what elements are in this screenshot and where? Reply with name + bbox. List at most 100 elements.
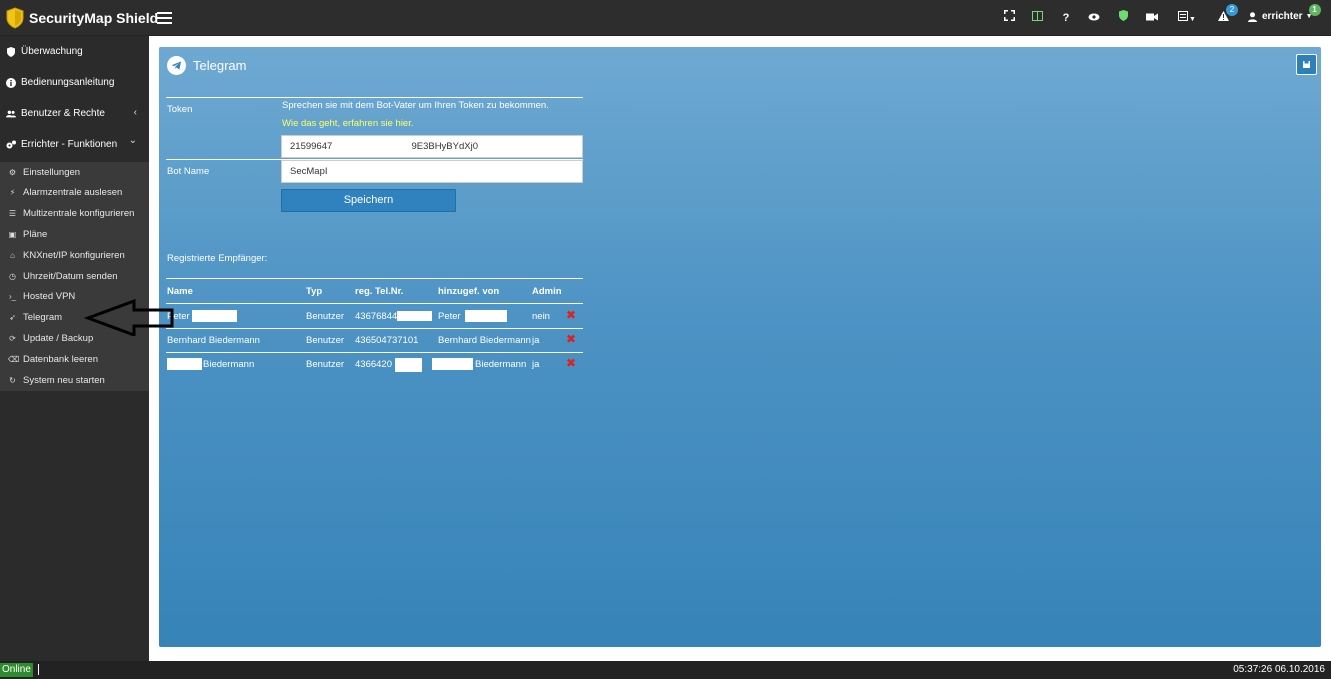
user-icon bbox=[1248, 11, 1257, 22]
sidebar-item-label: Uhrzeit/Datum senden bbox=[23, 270, 118, 282]
cell-added-by: Bernhard Biedermann bbox=[438, 335, 531, 346]
user-badge: 1 bbox=[1308, 4, 1321, 16]
top-navbar: SecurityMap Shield ? ▼ 2 errichter ▼ 1 bbox=[0, 0, 1331, 36]
fullscreen-icon[interactable] bbox=[1001, 10, 1017, 26]
sidebar-item-label: Einstellungen bbox=[23, 166, 81, 178]
refresh-icon: ⟳ bbox=[9, 333, 16, 343]
eye-icon[interactable] bbox=[1086, 10, 1102, 26]
delete-icon[interactable]: ✖ bbox=[566, 308, 576, 322]
clock: 05:37:26 06.10.2016 bbox=[1233, 664, 1325, 675]
redaction bbox=[465, 310, 507, 322]
col-header-added-by: hinzugef. von bbox=[438, 286, 500, 297]
chevron-left-icon: ‹ bbox=[133, 107, 137, 118]
paper-plane-icon: ➶ bbox=[9, 313, 16, 323]
sidebar-item-label: Telegram bbox=[23, 312, 63, 324]
layout-icon[interactable] bbox=[1029, 10, 1045, 26]
alerts-badge: 2 bbox=[1226, 4, 1238, 16]
shield-icon bbox=[7, 46, 15, 57]
cell-name: Biedermann bbox=[203, 359, 255, 370]
cell-tel: 436504737101 bbox=[355, 335, 419, 346]
recipients-label: Registrierte Empfänger: bbox=[167, 253, 268, 264]
sidebar-item-bedienungsanleitung[interactable]: Bedienungsanleitung bbox=[0, 67, 149, 98]
sidebar-item-label: Datenbank leeren bbox=[23, 353, 98, 365]
speichern-button[interactable]: Speichern bbox=[281, 189, 456, 212]
sidebar: Überwachung Bedienungsanleitung Benutzer… bbox=[0, 36, 149, 661]
cell-typ: Benutzer bbox=[306, 335, 345, 346]
sidebar-item-label: Benutzer & Rechte bbox=[21, 108, 105, 119]
token-input[interactable] bbox=[281, 135, 583, 158]
brand[interactable]: SecurityMap Shield bbox=[6, 6, 158, 30]
cell-admin: ja bbox=[532, 359, 540, 370]
main-content: Telegram Token Sprechen sie mit dem Bot-… bbox=[149, 36, 1331, 661]
cell-typ: Benutzer bbox=[306, 311, 345, 322]
bot-name-input[interactable] bbox=[281, 160, 583, 183]
online-status: Online bbox=[0, 663, 33, 677]
sidebar-item-label: KNXnet/IP konfigurieren bbox=[23, 249, 125, 261]
chevron-down-icon: ⌄ bbox=[128, 135, 137, 146]
list-icon: ☰ bbox=[8, 209, 17, 219]
clock-icon: ◷ bbox=[9, 271, 16, 281]
cell-added-by: Biedermann bbox=[475, 359, 527, 370]
sidebar-item-benutzer[interactable]: Benutzer & Rechte ‹ bbox=[0, 98, 149, 129]
sidebar-item-label: Bedienungsanleitung bbox=[21, 77, 115, 88]
sidebar-item-neustart[interactable]: ↻ System neu starten bbox=[0, 370, 149, 390]
sidebar-item-label: Pläne bbox=[23, 228, 48, 240]
info-icon bbox=[6, 77, 16, 88]
sidebar-item-label: Hosted VPN bbox=[23, 291, 76, 303]
table-header-border bbox=[166, 303, 583, 304]
sidebar-item-plaene[interactable]: ▣ Pläne bbox=[0, 224, 149, 244]
row-divider bbox=[166, 352, 583, 353]
bot-name-label: Bot Name bbox=[167, 166, 210, 177]
save-icon-button[interactable] bbox=[1296, 54, 1317, 75]
terminal-icon: ›_ bbox=[8, 292, 17, 302]
telegram-icon bbox=[167, 56, 186, 75]
sidebar-item-knxnet[interactable]: ⌂ KNXnet/IP konfigurieren bbox=[0, 245, 149, 265]
sidebar-item-label: Update / Backup bbox=[23, 332, 94, 344]
redaction bbox=[395, 358, 422, 372]
user-menu[interactable]: errichter ▼ 1 bbox=[1248, 4, 1321, 22]
list-icon[interactable]: ▼ bbox=[1176, 10, 1198, 26]
col-header-tel: reg. Tel.Nr. bbox=[355, 286, 404, 297]
telegram-panel: Telegram Token Sprechen sie mit dem Bot-… bbox=[159, 47, 1321, 647]
shield-logo-icon bbox=[6, 7, 24, 29]
cell-tel: 4366420 bbox=[355, 359, 392, 370]
sidebar-item-uhrzeit[interactable]: ◷ Uhrzeit/Datum senden bbox=[0, 266, 149, 286]
sidebar-item-alarmzentrale[interactable]: ⚡ Alarmzentrale auslesen bbox=[0, 183, 149, 203]
help-icon[interactable]: ? bbox=[1058, 10, 1074, 26]
sidebar-item-einstellungen[interactable]: ⚙ Einstellungen bbox=[0, 162, 149, 182]
cogs-icon: ⚙ bbox=[8, 167, 17, 177]
delete-icon[interactable]: ✖ bbox=[566, 356, 576, 370]
text-cursor bbox=[38, 664, 39, 675]
sidebar-item-label: Errichter - Funktionen bbox=[21, 139, 118, 150]
token-hint: Sprechen sie mit dem Bot-Vater um Ihren … bbox=[282, 100, 549, 111]
row-divider bbox=[166, 328, 583, 329]
cell-typ: Benutzer bbox=[306, 359, 345, 370]
col-header-typ: Typ bbox=[306, 286, 323, 297]
token-help-link[interactable]: Wie das geht, erfahren sie hier. bbox=[282, 118, 414, 129]
annotation-arrow bbox=[84, 298, 174, 336]
sidebar-item-datenbank[interactable]: ⌫ Datenbank leeren bbox=[0, 349, 149, 369]
sidebar-item-label: Multizentrale konfigurieren bbox=[23, 208, 135, 220]
divider bbox=[166, 97, 583, 98]
token-label: Token bbox=[167, 104, 193, 115]
table-top-border bbox=[166, 278, 583, 279]
user-name: errichter bbox=[1262, 11, 1303, 22]
camera-icon[interactable] bbox=[1144, 10, 1160, 26]
sidebar-item-label: Überwachung bbox=[21, 46, 83, 57]
redaction bbox=[432, 358, 473, 370]
delete-icon[interactable]: ✖ bbox=[566, 332, 576, 346]
sidebar-item-errichter[interactable]: Errichter - Funktionen ⌄ bbox=[0, 129, 149, 160]
cell-tel: 43676844 bbox=[355, 311, 398, 322]
page-title: Telegram bbox=[167, 56, 246, 75]
warning-icon[interactable]: 2 bbox=[1215, 4, 1238, 26]
sidebar-item-ueberwachung[interactable]: Überwachung bbox=[0, 36, 149, 67]
menu-toggle-icon[interactable] bbox=[157, 12, 172, 24]
home-icon: ⌂ bbox=[10, 250, 15, 260]
eraser-icon: ⌫ bbox=[8, 354, 20, 364]
redaction bbox=[192, 310, 237, 322]
users-icon bbox=[6, 110, 16, 117]
cell-admin: ja bbox=[532, 335, 540, 346]
panel-title-text: Telegram bbox=[193, 58, 247, 73]
sidebar-item-multizentrale[interactable]: ☰ Multizentrale konfigurieren bbox=[0, 204, 149, 224]
shield-icon[interactable] bbox=[1115, 10, 1131, 26]
